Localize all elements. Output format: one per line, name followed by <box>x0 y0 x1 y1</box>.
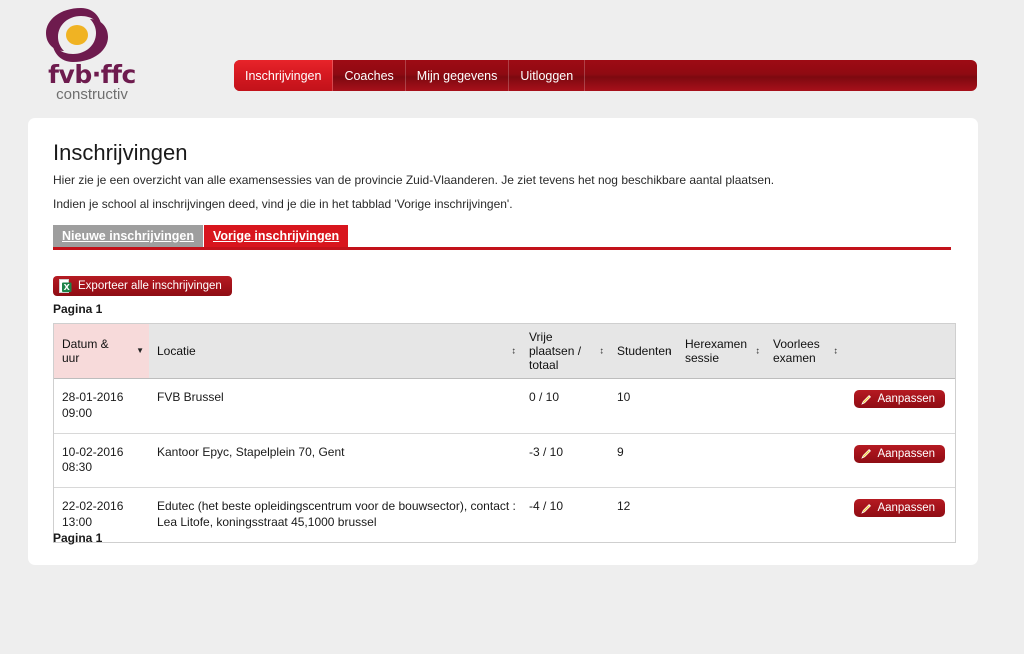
swirl-logo-icon <box>40 6 114 64</box>
edit-registration-button[interactable]: Aanpassen <box>854 390 945 408</box>
sort-updown-icon: ↕ <box>599 345 605 356</box>
cell-herexamen-sessie <box>677 378 765 434</box>
cell-studenten: 12 <box>617 499 631 514</box>
brand-tagline: constructiv <box>56 86 128 103</box>
intro-text-line1: Hier zie je een overzicht van alle exame… <box>53 173 775 187</box>
svg-text:X: X <box>64 283 71 292</box>
brand-name: fvb·ffc <box>48 60 136 89</box>
page-title: Inschrijvingen <box>53 140 188 165</box>
cell-datum-uur: 10-02-2016 08:30 <box>54 433 149 489</box>
edit-registration-label: Aanpassen <box>877 502 935 515</box>
cell-studenten: 10 <box>609 378 677 434</box>
main-navigation: Inschrijvingen Coaches Mijn gegevens Uit… <box>234 60 977 91</box>
export-all-button[interactable]: X Exporteer alle inschrijvingen <box>53 276 232 296</box>
column-header-locatie[interactable]: Locatie ↕ <box>149 324 521 379</box>
column-header-studenten[interactable]: Studenten ↕ <box>609 324 677 379</box>
sort-updown-icon: ↕ <box>511 345 517 356</box>
brand-logo[interactable]: fvb·ffc constructiv <box>22 2 162 108</box>
cell-vrije-plaatsen: -4 / 10 <box>529 499 564 514</box>
nav-item-uitloggen[interactable]: Uitloggen <box>509 60 586 91</box>
content-panel: Inschrijvingen Hier zie je een overzicht… <box>28 118 978 565</box>
edit-registration-button[interactable]: Aanpassen <box>854 499 945 518</box>
excel-icon: X <box>59 279 72 293</box>
edit-registration-label: Aanpassen <box>877 393 935 405</box>
table-header-row: Datum & uur ▼ Locatie ↕ Vrije plaatsen /… <box>54 324 955 379</box>
chevron-down-icon: ▼ <box>136 346 144 355</box>
cell-voorlees-examen <box>765 378 843 434</box>
registrations-table-wrapper: Datum & uur ▼ Locatie ↕ Vrije plaatsen /… <box>53 323 956 543</box>
tab-bar: Nieuwe inschrijvingen Vorige inschrijvin… <box>53 225 951 250</box>
table-row: 10-02-2016 08:30 Kantoor Epyc, Stapelple… <box>54 433 955 489</box>
pencil-icon <box>861 394 872 405</box>
tab-vorige-inschrijvingen[interactable]: Vorige inschrijvingen <box>203 225 349 247</box>
nav-item-inschrijvingen[interactable]: Inschrijvingen <box>234 60 334 91</box>
pagination-bottom: Pagina 1 <box>53 531 103 545</box>
cell-vrije-plaatsen: -3 / 10 <box>521 433 609 489</box>
cell-voorlees-examen <box>765 488 843 542</box>
column-label-studenten: Studenten <box>617 344 672 358</box>
intro-text-line2: Indien je school al inschrijvingen deed,… <box>53 197 513 211</box>
edit-registration-button[interactable]: Aanpassen <box>854 444 945 463</box>
sort-updown-icon: ↕ <box>833 345 839 356</box>
cell-actions: Aanpassen <box>843 488 955 542</box>
pencil-icon <box>861 448 872 459</box>
column-label-herexamen-sessie: Herexamen sessie <box>685 337 748 365</box>
sort-updown-icon: ↕ <box>667 345 673 356</box>
export-all-label: Exporteer alle inschrijvingen <box>78 280 222 292</box>
pagination-top: Pagina 1 <box>53 302 103 316</box>
registrations-table: Datum & uur ▼ Locatie ↕ Vrije plaatsen /… <box>54 324 955 542</box>
column-label-locatie: Locatie <box>157 344 196 358</box>
column-label-vrije-plaatsen: Vrije plaatsen / totaal <box>529 330 582 372</box>
column-header-herexamen-sessie[interactable]: Herexamen sessie ↕ <box>677 324 765 379</box>
table-row: 22-02-2016 13:00 Edutec (het beste oplei… <box>54 488 955 542</box>
tab-nieuwe-inschrijvingen[interactable]: Nieuwe inschrijvingen <box>53 225 203 247</box>
cell-datum-uur: 28-01-2016 09:00 <box>54 378 149 434</box>
sort-updown-icon: ↕ <box>755 345 761 356</box>
site-header: fvb·ffc constructiv Inschrijvingen Coach… <box>0 0 1024 110</box>
column-header-actions <box>843 324 955 379</box>
column-header-datum-uur[interactable]: Datum & uur ▼ <box>54 324 149 379</box>
cell-actions: Aanpassen <box>843 378 955 434</box>
nav-item-mijn-gegevens[interactable]: Mijn gegevens <box>406 60 510 91</box>
cell-locatie: FVB Brussel <box>149 378 521 434</box>
edit-registration-label: Aanpassen <box>877 447 935 460</box>
cell-voorlees-examen <box>765 433 843 489</box>
column-header-voorlees-examen[interactable]: Voorlees examen ↕ <box>765 324 843 379</box>
nav-item-coaches[interactable]: Coaches <box>333 60 406 91</box>
cell-studenten: 9 <box>609 433 677 489</box>
cell-herexamen-sessie <box>677 433 765 489</box>
cell-locatie: Edutec (het beste opleidingscentrum voor… <box>157 499 516 530</box>
table-row: 28-01-2016 09:00 FVB Brussel 0 / 10 10 A… <box>54 378 955 434</box>
cell-locatie: Kantoor Epyc, Stapelplein 70, Gent <box>149 433 521 489</box>
cell-actions: Aanpassen <box>843 433 955 489</box>
table-header: Datum & uur ▼ Locatie ↕ Vrije plaatsen /… <box>54 324 955 379</box>
column-label-datum-uur: Datum & uur <box>62 337 109 365</box>
pencil-icon <box>861 503 872 514</box>
column-header-vrije-plaatsen[interactable]: Vrije plaatsen / totaal ↕ <box>521 324 609 379</box>
cell-vrije-plaatsen: 0 / 10 <box>521 378 609 434</box>
cell-herexamen-sessie <box>677 488 765 542</box>
table-body: 28-01-2016 09:00 FVB Brussel 0 / 10 10 A… <box>54 378 955 542</box>
column-label-voorlees-examen: Voorlees examen <box>773 337 820 365</box>
